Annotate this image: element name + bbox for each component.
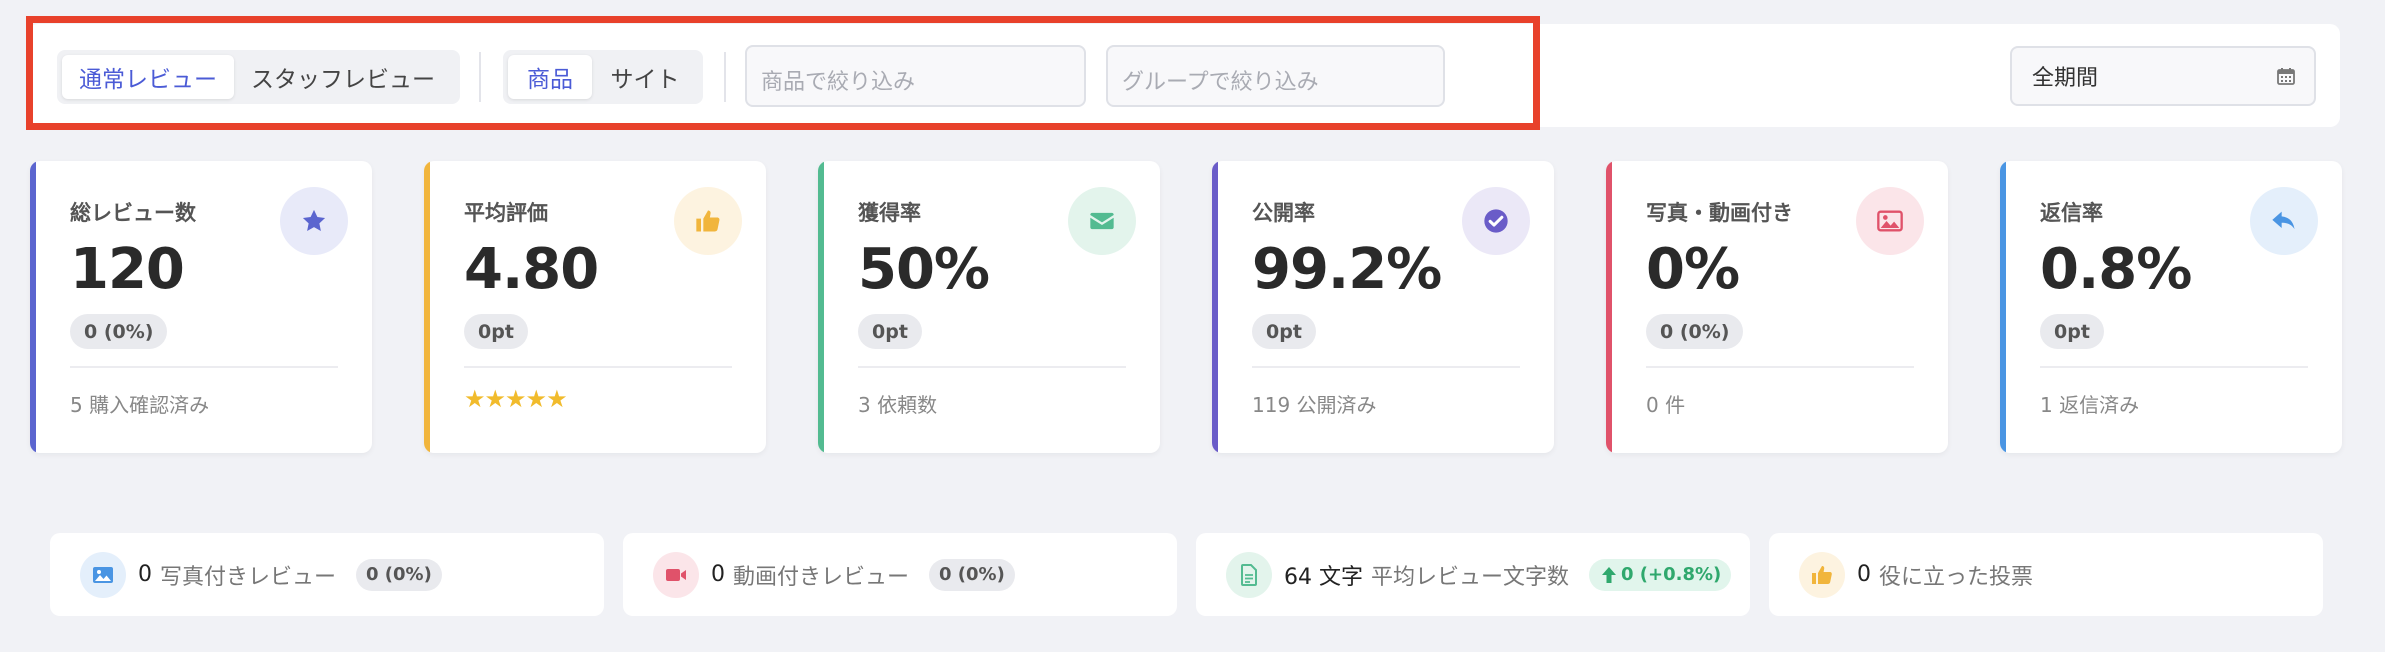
document-icon xyxy=(1226,551,1272,598)
stat-badge: 0 (0%) xyxy=(1646,314,1744,349)
divider xyxy=(858,366,1126,368)
summary-video-reviews: 0 動画付きレビュー 0 (0%) xyxy=(623,533,1177,616)
calendar-icon xyxy=(2276,66,2296,86)
tab-normal-review[interactable]: 通常レビュー xyxy=(62,55,234,99)
summary-label: 写真付きレビュー xyxy=(160,564,337,590)
stat-card-reply-rate: 返信率 0.8% 0pt 1 返信済み xyxy=(2000,161,2342,453)
stat-title: 写真・動画付き xyxy=(1646,201,1793,225)
divider xyxy=(2040,366,2308,368)
envelope-icon xyxy=(1068,187,1136,255)
stat-card-total-reviews: 総レビュー数 120 0 (0%) 5 購入確認済み xyxy=(30,161,372,453)
stat-footer: 1 返信済み xyxy=(2040,393,2140,417)
stat-footer: 5 購入確認済み xyxy=(70,393,210,417)
divider xyxy=(70,366,338,368)
arrow-up-icon xyxy=(1599,565,1619,585)
card-accent xyxy=(1212,161,1218,453)
summary-average-length: 64 文字 平均レビュー文字数 0 (+0.8%) xyxy=(1196,533,1750,616)
stat-title: 公開率 xyxy=(1252,201,1315,225)
stat-value: 120 xyxy=(70,237,185,302)
stat-title: 平均評価 xyxy=(464,201,548,225)
divider xyxy=(1646,366,1914,368)
summary-value: 0 xyxy=(711,562,725,587)
photo-icon xyxy=(80,551,126,598)
summary-label: 役に立った投票 xyxy=(1879,564,2034,590)
thumbs-up-icon xyxy=(1799,551,1845,598)
stat-card-media-rate: 写真・動画付き 0% 0 (0%) 0 件 xyxy=(1606,161,1948,453)
group-filter-input[interactable] xyxy=(1106,45,1445,107)
product-filter-input[interactable] xyxy=(745,45,1086,107)
stat-title: 獲得率 xyxy=(858,201,921,225)
rating-stars: ★★★★★ xyxy=(464,385,568,413)
summary-value: 0 xyxy=(138,562,152,587)
stat-title: 返信率 xyxy=(2040,201,2103,225)
summary-helpful-votes: 0 役に立った投票 xyxy=(1769,533,2323,616)
card-accent xyxy=(2000,161,2006,453)
card-accent xyxy=(424,161,430,453)
stat-badge: 0pt xyxy=(464,314,528,349)
stat-card-average-rating: 平均評価 4.80 0pt ★★★★★ xyxy=(424,161,766,453)
stat-badge: 0pt xyxy=(1252,314,1316,349)
divider xyxy=(1252,366,1520,368)
video-icon xyxy=(653,551,699,598)
divider xyxy=(464,366,732,368)
summary-badge-text: 0 (+0.8%) xyxy=(1621,564,1722,585)
tab-product[interactable]: 商品 xyxy=(508,55,592,99)
stat-value: 50% xyxy=(858,237,990,302)
tab-staff-review[interactable]: スタッフレビュー xyxy=(238,55,448,99)
summary-badge: 0 (+0.8%) xyxy=(1589,558,1732,591)
check-circle-icon xyxy=(1462,187,1530,255)
stat-footer: 119 公開済み xyxy=(1252,393,1377,417)
divider xyxy=(479,52,481,102)
stat-value: 0% xyxy=(1646,237,1740,302)
stat-value: 99.2% xyxy=(1252,237,1442,302)
divider xyxy=(724,52,726,102)
card-accent xyxy=(30,161,36,453)
summary-badge: 0 (0%) xyxy=(929,558,1015,591)
thumbs-up-icon xyxy=(674,187,742,255)
tab-site[interactable]: サイト xyxy=(596,55,694,99)
summary-value: 0 xyxy=(1857,562,1871,587)
summary-photo-reviews: 0 写真付きレビュー 0 (0%) xyxy=(50,533,604,616)
summary-value: 64 文字 xyxy=(1284,564,1363,590)
card-accent xyxy=(818,161,824,453)
stat-card-publication-rate: 公開率 99.2% 0pt 119 公開済み xyxy=(1212,161,1554,453)
summary-label: 動画付きレビュー xyxy=(733,564,910,590)
stat-card-acquisition-rate: 獲得率 50% 0pt 3 依頼数 xyxy=(818,161,1160,453)
period-select[interactable]: 全期間 xyxy=(2010,46,2316,106)
stat-badge: 0pt xyxy=(858,314,922,349)
summary-badge: 0 (0%) xyxy=(356,558,442,591)
stat-value: 4.80 xyxy=(464,237,599,302)
summary-label: 平均レビュー文字数 xyxy=(1371,564,1570,590)
stat-title: 総レビュー数 xyxy=(70,201,196,225)
target-toggle: 商品 サイト xyxy=(503,50,703,104)
card-accent xyxy=(1606,161,1612,453)
stat-footer: 3 依頼数 xyxy=(858,393,938,417)
stat-value: 0.8% xyxy=(2040,237,2192,302)
stat-footer: 0 件 xyxy=(1646,393,1686,417)
review-type-toggle: 通常レビュー スタッフレビュー xyxy=(57,50,460,104)
star-icon xyxy=(280,187,348,255)
stat-badge: 0 (0%) xyxy=(70,314,168,349)
stat-badge: 0pt xyxy=(2040,314,2104,349)
period-label: 全期間 xyxy=(2032,66,2099,91)
image-icon xyxy=(1856,187,1924,255)
reply-icon xyxy=(2250,187,2318,255)
